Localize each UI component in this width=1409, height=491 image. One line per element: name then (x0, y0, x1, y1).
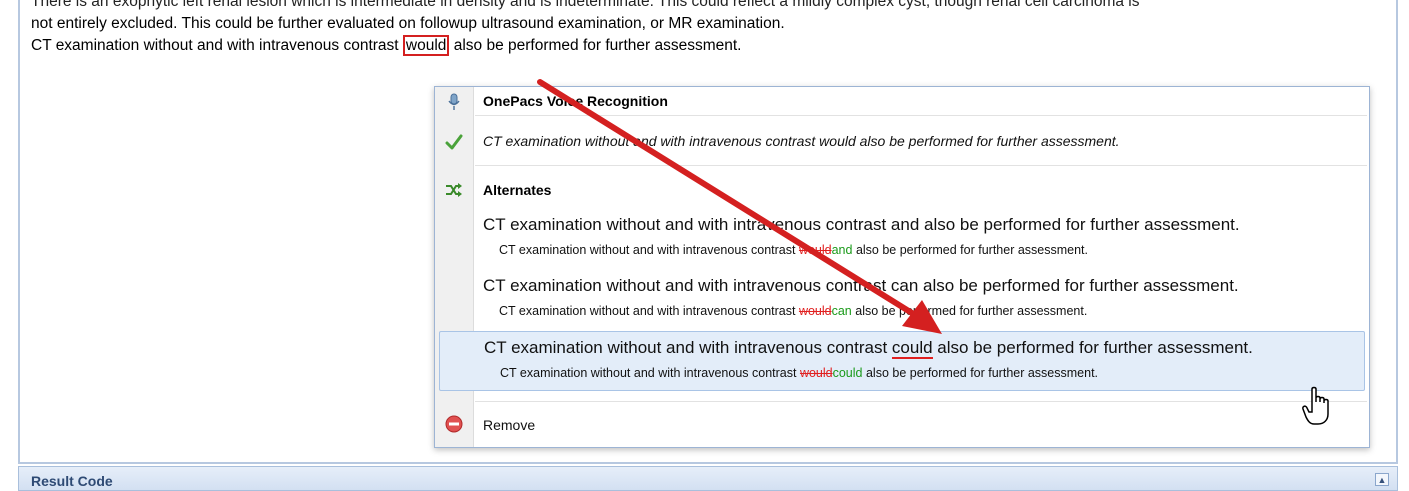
report-line-text: CT examination without and with intraven… (31, 37, 403, 54)
alt-word: and (890, 215, 920, 234)
inserted-word: could (832, 366, 863, 380)
diff-text-part: also be performed for further assessment… (852, 243, 1088, 257)
alternate-diff: CT examination without and with intraven… (500, 366, 1098, 380)
alt-text-part: CT examination without and with intraven… (483, 215, 891, 234)
alternate-option[interactable]: CT examination without and with intraven… (439, 270, 1365, 330)
collapse-button[interactable]: ▲ (1375, 473, 1389, 486)
diff-text-part: CT examination without and with intraven… (499, 304, 799, 318)
diff-text-part: CT examination without and with intraven… (499, 243, 799, 257)
inserted-word: and (831, 243, 853, 257)
remove-menu-item[interactable] (435, 407, 1369, 443)
current-transcription: CT examination without and with intraven… (483, 133, 1120, 149)
microphone-icon (448, 93, 460, 110)
alt-text-part: also be performed for further assessment… (932, 338, 1253, 357)
report-line: CT examination without and with intraven… (31, 35, 1391, 57)
alternate-text: CT examination without and with intraven… (484, 338, 1253, 359)
remove-label: Remove (483, 417, 536, 433)
deleted-word: would (798, 304, 832, 318)
separator (475, 165, 1367, 166)
hand-pointer-icon (1302, 386, 1329, 425)
report-text-area[interactable]: There is an exophytic left renal lesion … (31, 0, 1391, 57)
alt-text-part: CT examination without and with intraven… (484, 338, 892, 357)
alternate-option[interactable]: CT examination without and with intraven… (439, 209, 1365, 269)
alt-word: could (891, 338, 933, 359)
deleted-word: would (799, 366, 833, 380)
checkmark-icon (445, 134, 463, 150)
alt-text-part: CT examination without and with intraven… (483, 276, 891, 295)
alternate-diff: CT examination without and with intraven… (499, 304, 1087, 318)
diff-text-part: also be performed for further assessment… (851, 304, 1088, 318)
alternates-heading: Alternates (483, 182, 552, 198)
alternate-option-selected[interactable]: CT examination without and with intraven… (439, 331, 1365, 391)
report-line: There is an exophytic left renal lesion … (31, 0, 1140, 10)
result-code-section-header[interactable]: Result Code ▲ (18, 466, 1398, 491)
diff-text-part: CT examination without and with intraven… (500, 366, 800, 380)
separator (475, 401, 1367, 402)
remove-icon (445, 415, 463, 433)
popup-title: OnePacs Voice Recognition (483, 93, 668, 109)
report-line: not entirely excluded. This could be fur… (31, 15, 785, 32)
highlighted-word[interactable]: would (402, 35, 450, 56)
alternate-text: CT examination without and with intraven… (483, 276, 1239, 296)
deleted-word: would (798, 243, 832, 257)
alt-text-part: also be performed for further assessment… (919, 215, 1240, 234)
alt-word: can (890, 276, 919, 295)
report-line-text: also be performed for further assessment… (449, 37, 742, 54)
alternate-diff: CT examination without and with intraven… (499, 243, 1088, 257)
section-title: Result Code (31, 473, 113, 489)
shuffle-icon (446, 183, 462, 197)
alt-text-part: also be performed for further assessment… (918, 276, 1239, 295)
voice-recognition-popup: OnePacs Voice Recognition CT examination… (434, 86, 1370, 448)
inserted-word: can (831, 304, 852, 318)
separator (475, 115, 1367, 116)
alternate-text: CT examination without and with intraven… (483, 215, 1240, 235)
diff-text-part: also be performed for further assessment… (862, 366, 1099, 380)
